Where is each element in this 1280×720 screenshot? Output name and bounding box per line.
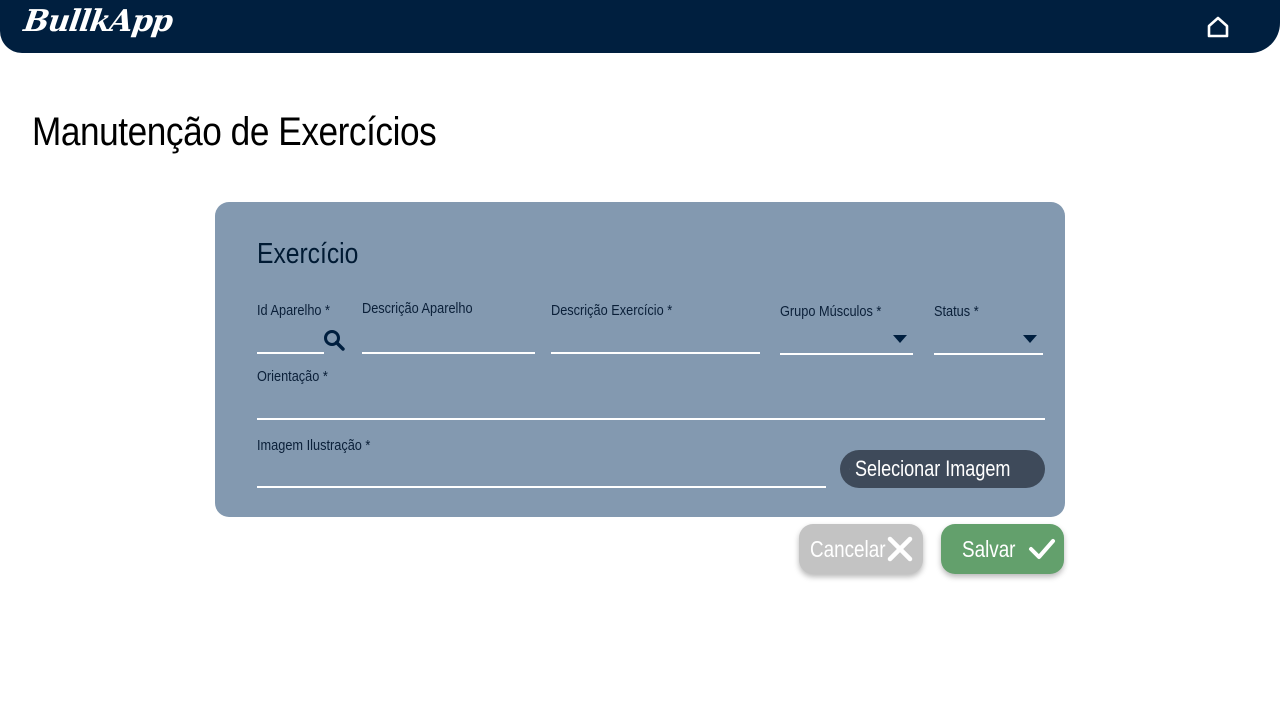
save-label: Salvar [962,535,1016,562]
chevron-down-icon[interactable] [893,335,907,343]
descricao-aparelho-input[interactable] [362,329,535,351]
descricao-exercicio-field: Descrição Exercício * [551,302,760,354]
cancel-label: Cancelar [810,535,886,562]
app-logo[interactable]: BullkApp [22,4,175,39]
descricao-aparelho-label: Descrição Aparelho [362,300,473,317]
imagem-ilustracao-input[interactable] [257,463,826,485]
imagem-ilustracao-field: Imagem Ilustração * [257,437,826,488]
orientacao-underline [257,418,1045,420]
checkmark-icon [1029,539,1055,559]
home-icon [1207,16,1229,38]
descricao-exercicio-input[interactable] [551,329,760,351]
descricao-aparelho-field: Descrição Aparelho [362,300,535,354]
id-aparelho-label: Id Aparelho * [257,302,331,319]
select-image-label: Selecionar Imagem [855,456,1011,481]
grupo-musculos-select[interactable]: Grupo Músculos * [780,303,913,355]
status-underline [934,353,1043,355]
orientacao-field: Orientação * [257,368,1045,420]
id-aparelho-input[interactable] [257,329,324,351]
page-title: Manutenção de Exercícios [32,110,437,154]
home-button[interactable] [1204,13,1232,41]
close-icon [887,536,913,562]
select-image-button[interactable]: Selecionar Imagem [840,450,1045,488]
search-icon [324,330,345,351]
grupo-musculos-label: Grupo Músculos * [780,303,882,320]
status-label: Status * [934,303,979,320]
top-bar: BullkApp [0,0,1280,53]
descricao-aparelho-underline [362,352,535,354]
imagem-ilustracao-label: Imagem Ilustração * [257,437,371,454]
exercise-form-card: Exercício Id Aparelho * Descrição Aparel… [215,202,1065,517]
save-button[interactable]: Salvar [941,524,1064,574]
descricao-exercicio-underline [551,352,760,354]
id-aparelho-field: Id Aparelho * [257,302,330,354]
search-aparelho-button[interactable] [323,329,345,351]
imagem-ilustracao-underline [257,486,826,488]
orientacao-input[interactable] [257,395,1045,417]
status-select[interactable]: Status * [934,303,1043,355]
id-aparelho-underline [257,352,324,354]
cancel-button[interactable]: Cancelar [799,524,923,574]
chevron-down-icon[interactable] [1023,335,1037,343]
grupo-musculos-underline [780,353,913,355]
orientacao-label: Orientação * [257,368,328,385]
section-title: Exercício [257,238,359,270]
descricao-exercicio-label: Descrição Exercício * [551,302,673,319]
